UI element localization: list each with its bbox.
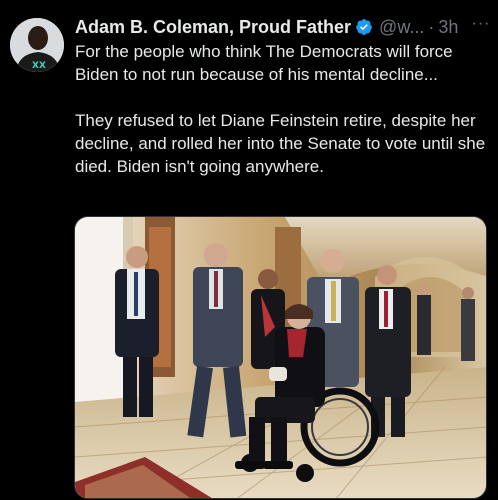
- verified-badge-icon: [356, 19, 372, 35]
- tweet[interactable]: XX Adam B. Coleman, Proud Father @w... ·…: [0, 0, 498, 500]
- timestamp[interactable]: 3h: [438, 17, 458, 38]
- display-name[interactable]: Adam B. Coleman, Proud Father: [75, 17, 351, 38]
- more-options-button[interactable]: ···: [470, 13, 492, 35]
- avatar[interactable]: XX: [10, 18, 64, 72]
- avatar-person-icon: XX: [10, 18, 64, 72]
- svg-text:XX: XX: [32, 61, 46, 71]
- handle[interactable]: @w...: [379, 17, 424, 38]
- photo-senate-hallway-wheelchair: [75, 217, 486, 498]
- more-icon: ···: [471, 15, 491, 32]
- tweet-header: Adam B. Coleman, Proud Father @w... · 3h: [75, 15, 495, 39]
- separator-dot: ·: [428, 16, 435, 37]
- tweet-media-photo[interactable]: [74, 216, 487, 499]
- tweet-text: For the people who think The Democrats w…: [75, 42, 486, 176]
